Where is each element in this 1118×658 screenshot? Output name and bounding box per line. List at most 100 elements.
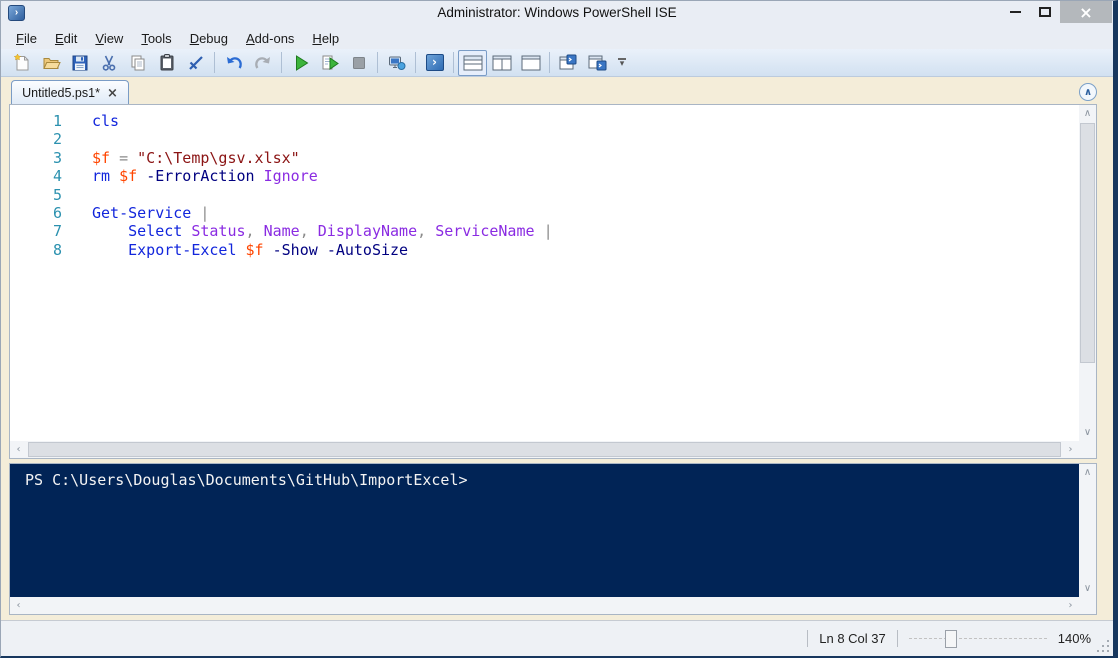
code-line[interactable] (92, 186, 553, 204)
window-title: Administrator: Windows PowerShell ISE (1, 5, 1113, 20)
zoom-slider[interactable] (909, 629, 1047, 649)
copy-button[interactable] (123, 50, 152, 76)
code-line[interactable]: cls (92, 112, 553, 130)
line-number: 4 (10, 167, 62, 185)
menu-view[interactable]: View (86, 29, 132, 48)
maximize-button[interactable] (1030, 1, 1060, 23)
show-script-pane-top-button[interactable] (458, 50, 487, 76)
clear-console-icon (186, 53, 206, 73)
status-right-cluster: Ln 8 Col 37 140% (807, 621, 1091, 656)
new-remote-powershell-tab-button[interactable] (382, 50, 411, 76)
code-line[interactable]: Get-Service | (92, 204, 553, 222)
command-addon-icon (558, 54, 579, 72)
collapse-script-pane-button[interactable]: ∧ (1079, 83, 1097, 101)
editor-vscroll-thumb[interactable] (1080, 123, 1095, 363)
menu-edit[interactable]: Edit (46, 29, 86, 48)
code-line[interactable] (92, 130, 553, 148)
paste-button[interactable] (152, 50, 181, 76)
statusbar: Ln 8 Col 37 140% (1, 620, 1113, 656)
console-output[interactable]: PS C:\Users\Douglas\Documents\GitHub\Imp… (10, 464, 1079, 597)
line-number-gutter: 12345678 (10, 105, 62, 441)
zoom-slider-track[interactable] (909, 638, 1047, 639)
maximize-icon (1039, 7, 1051, 17)
menu-file[interactable]: File (7, 29, 46, 48)
scroll-down-icon[interactable]: ∨ (1079, 580, 1096, 597)
paste-clipboard-icon (157, 53, 177, 73)
console-vertical-scrollbar[interactable]: ∧ ∨ (1079, 464, 1096, 597)
toolbar-separator (549, 52, 550, 73)
run-selection-icon (320, 53, 340, 73)
line-number: 6 (10, 204, 62, 222)
menu-add-ons[interactable]: Add-ons (237, 29, 303, 48)
toolbar-separator (453, 52, 454, 73)
scroll-down-icon[interactable]: ∨ (1079, 424, 1096, 441)
editor-hscroll-thumb[interactable] (28, 442, 1061, 457)
code-line[interactable]: rm $f -ErrorAction Ignore (92, 167, 553, 185)
line-number: 1 (10, 112, 62, 130)
console-horizontal-scrollbar[interactable]: ‹ › (10, 597, 1079, 614)
toolbar: › ▾ (1, 49, 1113, 77)
zoom-slider-thumb[interactable] (945, 630, 957, 648)
cut-button[interactable] (94, 50, 123, 76)
scroll-up-icon[interactable]: ∧ (1079, 464, 1096, 481)
new-script-button[interactable] (7, 50, 36, 76)
editor-vertical-scrollbar[interactable]: ∧ ∨ (1079, 105, 1096, 441)
menu-debug[interactable]: Debug (181, 29, 237, 48)
stop-icon (349, 53, 369, 73)
line-number: 2 (10, 130, 62, 148)
save-floppy-icon (70, 53, 90, 73)
copy-icon (128, 53, 148, 73)
code-line[interactable]: $f = "C:\Temp\gsv.xlsx" (92, 149, 553, 167)
editor-horizontal-scrollbar[interactable]: ‹ › (10, 441, 1079, 458)
tab-close-icon[interactable]: × (107, 86, 118, 101)
show-script-pane-button[interactable] (583, 50, 612, 76)
tab-untitled5[interactable]: Untitled5.ps1* × (11, 80, 129, 105)
stop-operation-button[interactable] (344, 50, 373, 76)
run-selection-button[interactable] (315, 50, 344, 76)
powershell-exe-icon: › (426, 54, 444, 71)
run-script-button[interactable] (286, 50, 315, 76)
menu-help[interactable]: Help (303, 29, 348, 48)
status-separator (897, 630, 898, 647)
save-script-button[interactable] (65, 50, 94, 76)
toolbar-overflow-button[interactable]: ▾ (614, 50, 630, 76)
clear-console-pane-button[interactable] (181, 50, 210, 76)
script-pane-maximized-icon (521, 55, 541, 71)
scrollbar-corner (1079, 441, 1096, 458)
cursor-position: Ln 8 Col 37 (819, 631, 886, 646)
scroll-right-icon[interactable]: › (1062, 597, 1079, 614)
cut-scissors-icon (99, 53, 119, 73)
start-powershell-exe-button[interactable]: › (420, 50, 449, 76)
minimize-button[interactable] (1000, 1, 1030, 23)
line-number: 8 (10, 241, 62, 259)
tab-label: Untitled5.ps1* (22, 86, 100, 100)
undo-button[interactable] (219, 50, 248, 76)
line-number: 3 (10, 149, 62, 167)
window-controls: × (1000, 1, 1112, 23)
toolbar-separator (214, 52, 215, 73)
powershell-ise-window: › Administrator: Windows PowerShell ISE … (0, 0, 1118, 658)
menu-tools[interactable]: Tools (132, 29, 180, 48)
script-editor[interactable]: 12345678 cls $f = "C:\Temp\gsv.xlsx"rm $f… (10, 105, 1079, 441)
redo-button[interactable] (248, 50, 277, 76)
titlebar: › Administrator: Windows PowerShell ISE … (1, 1, 1113, 27)
script-pane-icon (587, 54, 608, 72)
run-script-icon (291, 53, 311, 73)
script-pane-right-icon (492, 55, 512, 71)
line-number: 7 (10, 222, 62, 240)
show-script-pane-maximized-button[interactable] (516, 50, 545, 76)
toolbar-separator (377, 52, 378, 73)
show-script-pane-right-button[interactable] (487, 50, 516, 76)
close-button[interactable]: × (1060, 1, 1112, 23)
scroll-left-icon[interactable]: ‹ (10, 597, 27, 614)
code-line[interactable]: Select Status, Name, DisplayName, Servic… (92, 222, 553, 240)
show-command-addon-button[interactable] (554, 50, 583, 76)
scroll-left-icon[interactable]: ‹ (10, 441, 27, 458)
script-pane-top-icon (463, 55, 483, 71)
resize-grip[interactable] (1095, 638, 1109, 652)
scroll-up-icon[interactable]: ∧ (1079, 105, 1096, 122)
code-line[interactable]: Export-Excel $f -Show -AutoSize (92, 241, 553, 259)
scroll-right-icon[interactable]: › (1062, 441, 1079, 458)
toolbar-separator (281, 52, 282, 73)
open-script-button[interactable] (36, 50, 65, 76)
